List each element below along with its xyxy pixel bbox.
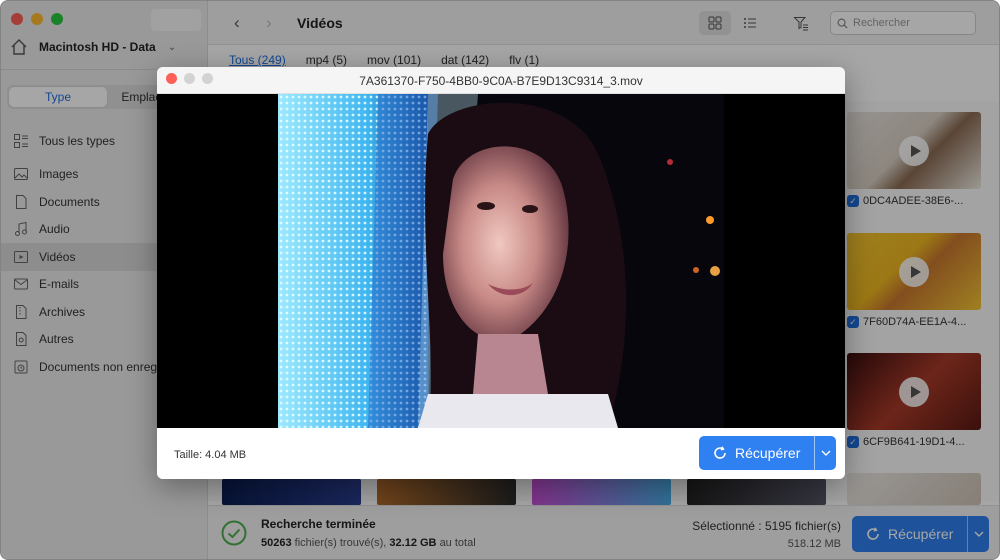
preview-file-name: 7A361370-F750-4BB0-9C0A-B7E9D13C9314_3.m… [359, 74, 643, 88]
preview-recover-button[interactable]: Récupérer [699, 436, 814, 470]
preview-recover-options-button[interactable] [814, 436, 836, 470]
preview-titlebar: 7A361370-F750-4BB0-9C0A-B7E9D13C9314_3.m… [157, 67, 845, 94]
preview-dialog: 7A361370-F750-4BB0-9C0A-B7E9D13C9314_3.m… [157, 67, 845, 479]
file-size: Taille: 4.04 MB [174, 449, 247, 461]
preview-footer: Taille: 4.04 MB Récupérer [157, 428, 845, 479]
video-player[interactable] [157, 94, 845, 428]
refresh-icon [714, 446, 726, 459]
chevron-down-icon [821, 450, 831, 456]
recover-label: Récupérer [735, 445, 801, 461]
video-frame[interactable] [278, 94, 724, 428]
preview-recover-split-button: Récupérer [699, 436, 837, 470]
